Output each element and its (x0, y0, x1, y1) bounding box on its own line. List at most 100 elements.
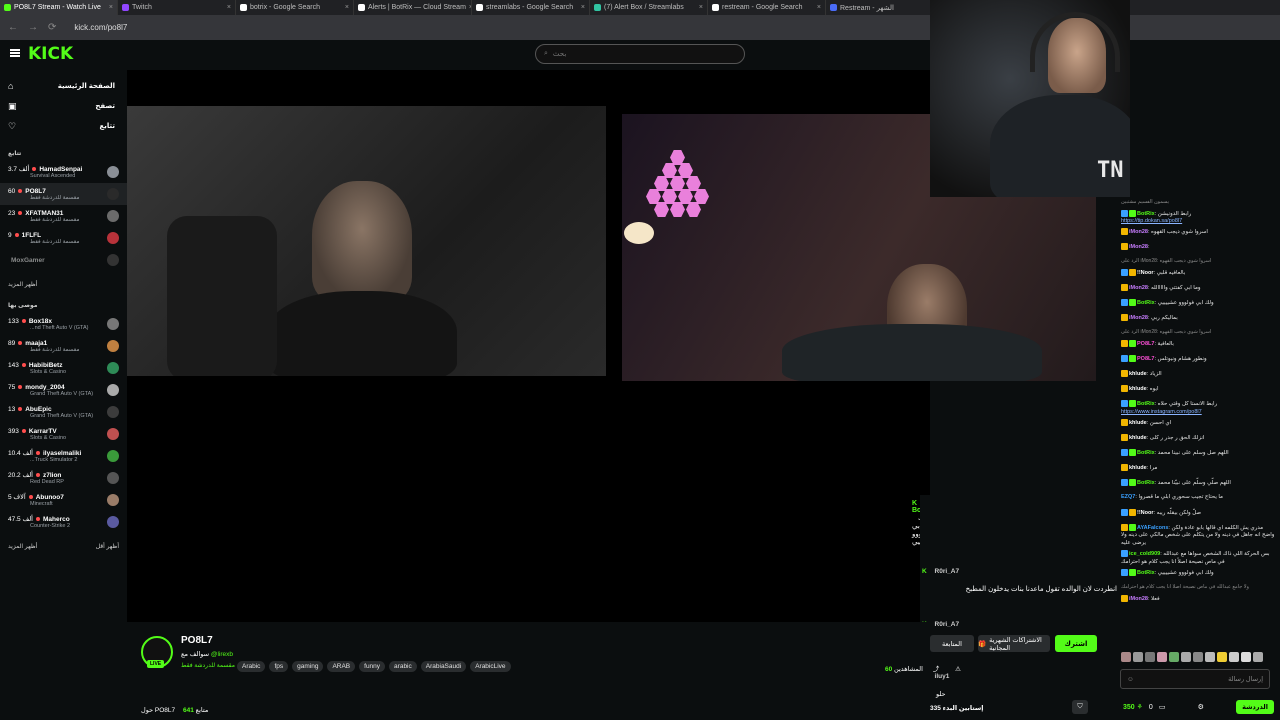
sidebar-channel[interactable]: 393 KarrarTV Slots & Casino (0, 423, 127, 445)
close-icon[interactable]: × (227, 4, 231, 11)
sidebar-nav-item[interactable]: ⌂ الصفحة الرئيسية (0, 76, 127, 96)
emote-icon[interactable] (1193, 652, 1203, 662)
chat-username[interactable]: BotRix (1137, 210, 1155, 216)
chat-username[interactable]: khlude (1129, 371, 1147, 377)
chat-username[interactable]: PO8L7 (1137, 341, 1154, 347)
close-icon[interactable]: × (699, 4, 703, 11)
close-icon[interactable]: × (817, 4, 821, 11)
gift-subs-button[interactable]: 🎁 الاشتراكات الشهرية المجانية (978, 635, 1050, 652)
stream-tag[interactable]: ArabiaSaudi (420, 661, 467, 672)
emote-icon[interactable] (1133, 652, 1143, 662)
emoji-icon[interactable]: ☺ (1127, 676, 1134, 683)
sidebar-channel[interactable]: 60 PO8L7 مقسمة للدردشة فقط (0, 183, 127, 205)
browser-tab[interactable]: Restream - الشهر× (826, 0, 944, 15)
emote-icon[interactable] (1157, 652, 1167, 662)
emote-icon[interactable] (1205, 652, 1215, 662)
chat-username[interactable]: ice_cold909 (1129, 551, 1160, 557)
stream-tag[interactable]: fps (269, 661, 289, 672)
chat-username[interactable]: iMon28 (1129, 596, 1148, 602)
menu-icon[interactable] (10, 49, 20, 57)
chat-username[interactable]: BotRix (1137, 450, 1155, 456)
kick-logo[interactable]: KICK (28, 44, 73, 64)
sidebar-channel[interactable]: 3.7 ألف HamadSenpai Survival Ascended (0, 161, 127, 183)
stream-tag[interactable]: funny (359, 661, 386, 672)
chat-username[interactable]: iMon28 (1129, 244, 1148, 250)
points-display[interactable]: 350 ⚘ (1123, 703, 1143, 711)
browser-tab[interactable]: Alerts | BotRix — Cloud Stream× (354, 0, 472, 15)
emote-icon[interactable] (1241, 652, 1251, 662)
show-less-link[interactable]: أظهر أقل (96, 543, 119, 550)
chat-input[interactable]: ☺ إرسال رسالة (1120, 669, 1270, 689)
chat-username[interactable]: iMon28 (1129, 285, 1148, 291)
chat-username[interactable]: BotRix (1137, 570, 1155, 576)
sidebar-channel[interactable]: 23 XFATMAN31 مقسمة للدردشة فقط (0, 205, 127, 227)
browser-tab[interactable]: restream - Google Search × (708, 0, 826, 15)
chat-username[interactable]: !!Noor (1137, 270, 1154, 276)
chat-username[interactable]: BotRix (1137, 480, 1155, 486)
back-icon[interactable]: ← (8, 22, 18, 33)
chat-username[interactable]: khlude (1129, 435, 1147, 441)
sidebar-channel[interactable]: 5 آلاف Abunoo7 Minecraft (0, 489, 127, 511)
browser-tab[interactable]: botrix - Google Search × (236, 0, 354, 15)
chat-username[interactable]: BotRix (1137, 300, 1155, 306)
sidebar-nav-item[interactable]: ♡ تتابع (0, 116, 127, 136)
chat-username[interactable]: khlude (1129, 386, 1147, 392)
sidebar-channel[interactable]: 10.4 ألف ilyaselmaliki ...Truck Simulato… (0, 445, 127, 467)
report-icon[interactable]: ⚠ (955, 666, 961, 673)
reload-icon[interactable]: ⟳ (48, 22, 56, 33)
follow-button[interactable]: المتابعة (930, 635, 974, 652)
chat-username[interactable]: khlude (1129, 465, 1147, 471)
forward-icon[interactable]: → (28, 22, 38, 33)
emote-icon[interactable] (1217, 652, 1227, 662)
stream-category[interactable]: مقسمة للدردشة فقط (181, 662, 235, 669)
stream-tag[interactable]: ArabicLive (470, 661, 511, 672)
sidebar-channel[interactable]: 143 HabibiBetz Slots & Casino (0, 357, 127, 379)
url-field[interactable]: kick.com/po8l7 (74, 23, 127, 32)
stream-tag[interactable]: Arabic (237, 661, 266, 672)
search-input[interactable]: ⌕ بحث (535, 44, 745, 64)
chat-link[interactable]: https://tip.dokan.sa/po8l7 (1121, 218, 1182, 224)
settings-icon[interactable]: ⚙ (1198, 703, 1204, 711)
sidebar-channel[interactable]: 47.5 ألف Maherco Counter-Strike 2 (0, 511, 127, 533)
stream-tag[interactable]: ARAB (327, 661, 356, 672)
sidebar-channel[interactable]: 13 AbuEpic Grand Theft Auto V (GTA) (0, 401, 127, 423)
show-more-link[interactable]: أظهر المزيد (8, 281, 37, 288)
sidebar-channel[interactable]: MoxGamer (0, 249, 127, 271)
browser-tab[interactable]: Twitch × (118, 0, 236, 15)
video-player[interactable]: K BotRix ولك ابي فولوووو عشييييي (127, 70, 1096, 622)
share-icon[interactable]: ⤴ (933, 666, 940, 673)
chat-username[interactable]: khlude (1129, 420, 1147, 426)
shield-icon[interactable]: ⛉ (1072, 700, 1088, 714)
browser-tab[interactable]: streamlabs - Google Search × (472, 0, 590, 15)
sidebar-channel[interactable]: 133 Box18x ...nd Theft Auto V (GTA) (0, 313, 127, 335)
emote-icon[interactable] (1253, 652, 1263, 662)
sidebar-channel[interactable]: 75 mondy_2004 Grand Theft Auto V (GTA) (0, 379, 127, 401)
sidebar-channel[interactable]: 89 maaja1 مقسمة للدردشة فقط (0, 335, 127, 357)
subscribe-button[interactable]: اشترك (1055, 635, 1097, 652)
close-icon[interactable]: × (109, 4, 113, 11)
chat-username[interactable]: iMon28 (1129, 315, 1148, 321)
emote-icon[interactable] (1169, 652, 1179, 662)
chat-link[interactable]: https://www.instagram.com/po8l7 (1121, 409, 1202, 415)
sidebar-channel[interactable]: 20.2 ألف z7lion Red Dead RP (0, 467, 127, 489)
chat-username[interactable]: BotRix (1137, 401, 1155, 407)
close-icon[interactable]: × (345, 4, 349, 11)
chat-send-button[interactable]: الدردشة (1236, 700, 1274, 714)
chat-username[interactable]: EZQ7 (1121, 494, 1135, 500)
stream-tag[interactable]: arabic (389, 661, 417, 672)
emote-icon[interactable] (1121, 652, 1131, 662)
chat-username[interactable]: PO8L7 (1137, 356, 1154, 362)
chat-username[interactable]: iMon28 (1129, 229, 1148, 235)
stream-tag[interactable]: gaming (292, 661, 324, 672)
emote-icon[interactable] (1229, 652, 1239, 662)
emote-icon[interactable] (1181, 652, 1191, 662)
close-icon[interactable]: × (581, 4, 585, 11)
browser-tab[interactable]: (7) Alert Box / Streamlabs × (590, 0, 708, 15)
streamer-name[interactable]: PO8L7 (181, 635, 213, 646)
chat-username[interactable]: AYAFalcons (1137, 525, 1168, 531)
sidebar-nav-item[interactable]: ▣ تصفح (0, 96, 127, 116)
gift-icon[interactable]: ▭ (1159, 703, 1166, 711)
emote-icon[interactable] (1145, 652, 1155, 662)
browser-tab[interactable]: PO8L7 Stream - Watch Live × (0, 0, 118, 15)
show-more-link[interactable]: أظهر المزيد (8, 543, 37, 550)
